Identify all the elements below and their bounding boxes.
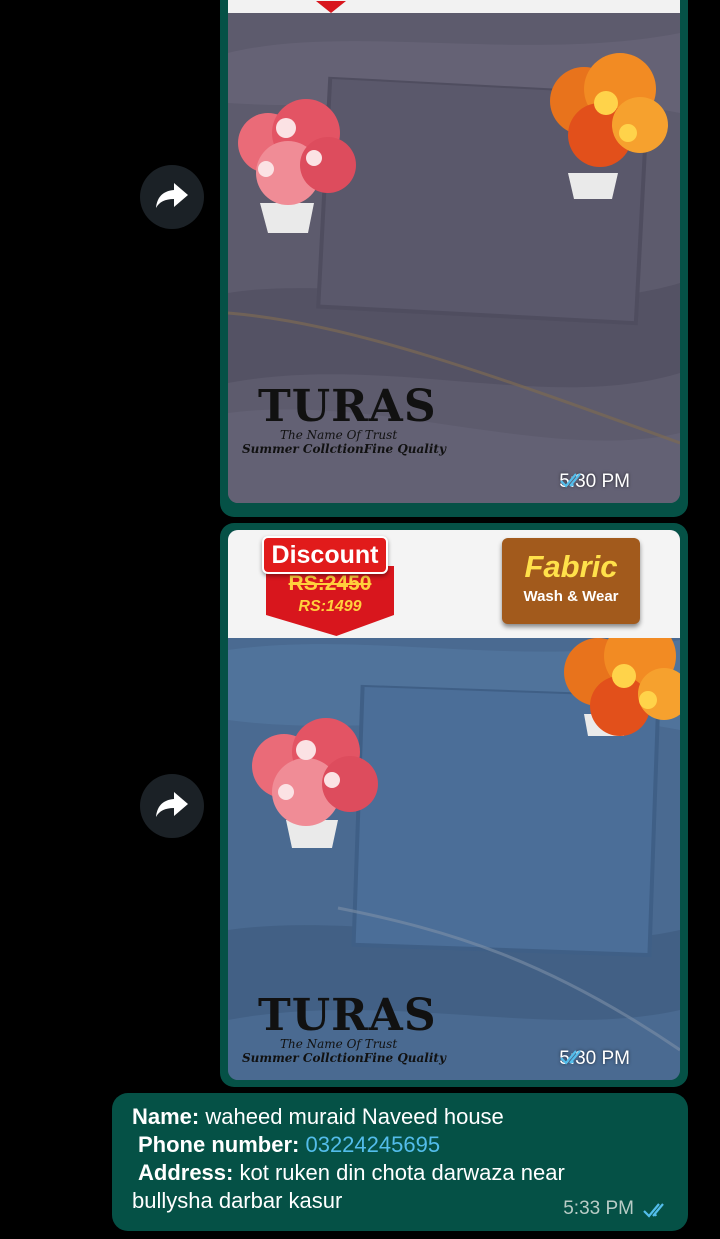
- double-check-icon: [560, 1050, 666, 1068]
- forward-icon: [155, 180, 189, 215]
- phone-label: Phone number:: [138, 1132, 300, 1157]
- message-timestamp: 5:30 PM: [559, 1048, 666, 1070]
- old-price: RS:2450: [288, 572, 372, 595]
- forward-button[interactable]: [140, 165, 204, 229]
- message-timestamp: 5:30 PM: [559, 471, 666, 493]
- phone-line: Phone number: 03224245695: [132, 1131, 668, 1159]
- name-label: Name:: [132, 1104, 200, 1129]
- image-message[interactable]: TURAS The Name Of Trust Summer Collction…: [220, 0, 688, 517]
- double-check-icon: [560, 473, 666, 491]
- address-value: kot ruken din chota darwaza near: [239, 1160, 565, 1185]
- text-message[interactable]: Name: waheed muraid Naveed house Phone n…: [112, 1093, 688, 1231]
- price-tag: RS:2450 RS:1499: [266, 566, 394, 636]
- fabric-title: Fabric: [524, 549, 618, 584]
- name-line: Name: waheed muraid Naveed house: [132, 1103, 668, 1131]
- address-label: Address:: [138, 1160, 234, 1185]
- name-value: waheed muraid Naveed house: [205, 1104, 504, 1129]
- promo-banner: RS:2450 RS:1499 Discount Fabric Wash & W…: [228, 530, 680, 638]
- brand-watermark: TURAS The Name Of Trust Summer Collction…: [242, 990, 446, 1066]
- new-price: RS:1499: [298, 598, 362, 615]
- product-photo[interactable]: RS:2450 RS:1499 Discount Fabric Wash & W…: [228, 530, 680, 1080]
- address-line: Address: kot ruken din chota darwaza nea…: [132, 1159, 668, 1187]
- discount-label: Discount: [262, 536, 388, 574]
- brand-name: TURAS: [258, 990, 437, 1041]
- image-message[interactable]: RS:2450 RS:1499 Discount Fabric Wash & W…: [220, 523, 688, 1087]
- collection-text: Summer CollctionFine Quality: [242, 442, 446, 456]
- fabric-subtitle: Wash & Wear: [523, 588, 619, 605]
- product-photo[interactable]: TURAS The Name Of Trust Summer Collction…: [228, 0, 680, 503]
- message-timestamp: 5:33 PM: [563, 1195, 670, 1223]
- brand-watermark: TURAS The Name Of Trust Summer Collction…: [242, 381, 446, 457]
- timestamp-text: 5:33 PM: [563, 1198, 634, 1219]
- phone-link[interactable]: 03224245695: [305, 1132, 440, 1157]
- brand-name: TURAS: [258, 381, 437, 432]
- double-check-icon: [642, 1200, 670, 1218]
- forward-button[interactable]: [140, 774, 204, 838]
- forward-icon: [155, 789, 189, 824]
- discount-badge: RS:2450 RS:1499 Discount: [262, 536, 396, 646]
- collection-text: Summer CollctionFine Quality: [242, 1051, 446, 1065]
- fabric-badge: Fabric Wash & Wear: [502, 538, 640, 624]
